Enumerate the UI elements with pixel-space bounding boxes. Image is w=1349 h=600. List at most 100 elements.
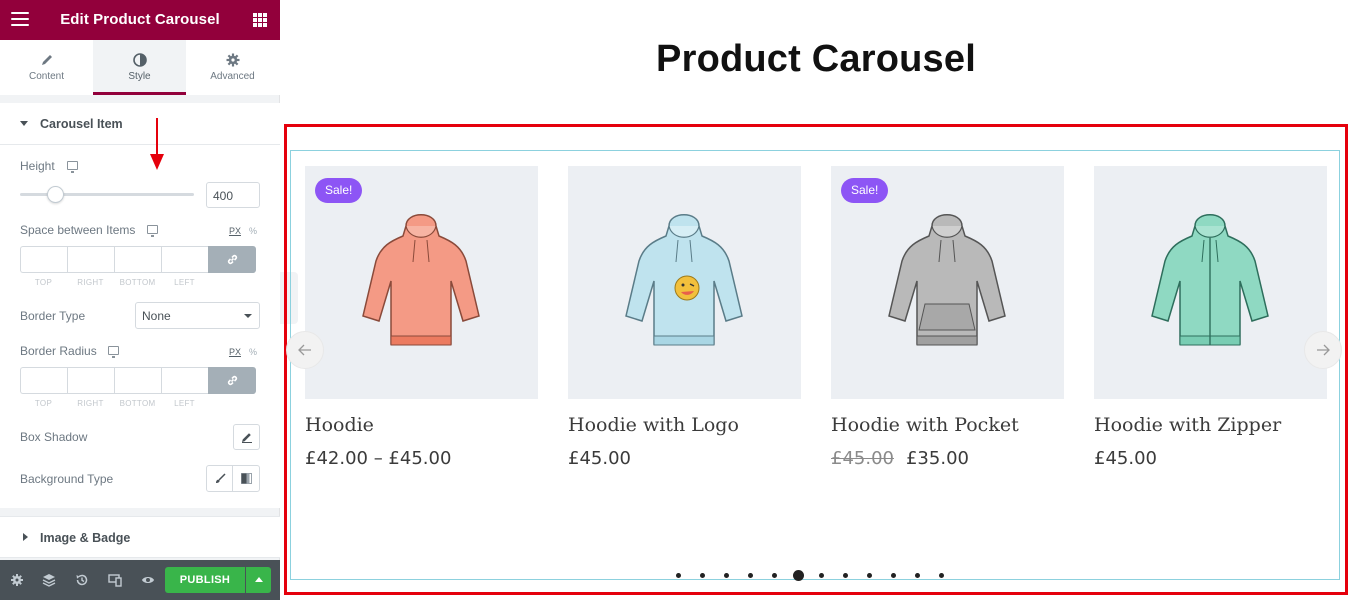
pagination-dot[interactable] (867, 572, 872, 578)
carousel-prev-button[interactable] (286, 331, 324, 369)
pagination-dot[interactable] (700, 572, 705, 578)
section-carousel-item[interactable]: Carousel Item (0, 103, 280, 145)
layers-icon[interactable] (42, 573, 56, 587)
space-bottom-input[interactable] (114, 246, 161, 273)
product-image[interactable] (1094, 166, 1327, 399)
product-name[interactable]: Hoodie with Pocket (831, 414, 1064, 436)
radius-units: PX% (229, 347, 257, 357)
background-gradient-button[interactable] (233, 466, 259, 491)
carousel-next-button[interactable] (1304, 331, 1342, 369)
publish-button[interactable]: PUBLISH (165, 567, 245, 593)
brush-icon (216, 473, 226, 483)
dim-top-label: TOP (34, 278, 53, 287)
annotation-arrow-icon (150, 118, 164, 170)
pencil-icon (41, 55, 52, 65)
caret-down-icon (20, 121, 28, 126)
unit-percent[interactable]: % (249, 347, 257, 357)
product-card[interactable]: Hoodie with Zipper £45.00 (1094, 166, 1327, 469)
pagination-dot[interactable] (939, 572, 944, 578)
tab-content[interactable]: Content (0, 40, 93, 95)
product-price-value: £45.00 (568, 448, 631, 469)
section-image-badge[interactable]: Image & Badge (0, 516, 280, 558)
product-card[interactable]: Sale! Hoodie with Pocket £45.00 £35.00 (831, 166, 1064, 469)
space-top-input[interactable] (20, 246, 67, 273)
pagination-dot[interactable] (724, 572, 729, 578)
link-icon (227, 254, 238, 265)
panel-title: Edit Product Carousel (60, 11, 220, 28)
widgets-grid-icon[interactable] (253, 13, 267, 27)
section-carousel-item-label: Carousel Item (40, 117, 123, 131)
pagination-dot-active[interactable] (793, 569, 804, 581)
publish-options-button[interactable] (246, 567, 271, 593)
radius-right-input[interactable] (67, 367, 114, 394)
product-image[interactable] (568, 166, 801, 399)
hoodie-with-logo-image (625, 214, 743, 346)
responsive-desktop-icon[interactable] (108, 346, 119, 358)
border-type-select[interactable]: None (135, 302, 260, 329)
dim-top-label: TOP (34, 399, 53, 408)
unit-px[interactable]: PX (229, 347, 241, 357)
link-icon (227, 375, 238, 386)
product-card[interactable]: Sale! Hoodie £42.00 – £45.00 (305, 166, 538, 469)
pagination-dot[interactable] (772, 572, 777, 578)
dim-bottom-label: BOTTOM (119, 278, 156, 287)
history-icon[interactable] (75, 573, 89, 587)
border-type-label: Border Type (20, 309, 86, 323)
space-units: PX% (229, 226, 257, 236)
dim-bottom-label: BOTTOM (119, 399, 156, 408)
height-input[interactable]: 400 (206, 182, 260, 208)
box-shadow-edit-button[interactable] (233, 424, 260, 450)
panel-footer: PUBLISH (0, 560, 280, 600)
product-card[interactable]: Hoodie with Logo £45.00 (568, 166, 801, 469)
responsive-desktop-icon[interactable] (67, 161, 78, 173)
link-values-button[interactable] (208, 246, 256, 273)
unit-percent[interactable]: % (249, 226, 257, 236)
radius-top-input[interactable] (20, 367, 67, 394)
pagination-dot[interactable] (748, 572, 753, 578)
chevron-down-icon (244, 314, 252, 318)
product-price: £45.00 (1094, 448, 1327, 469)
pagination-dot[interactable] (819, 572, 824, 578)
box-shadow-label: Box Shadow (20, 430, 88, 444)
unit-px[interactable]: PX (229, 226, 241, 236)
gear-icon[interactable] (10, 573, 24, 587)
dim-left-label: LEFT (174, 278, 195, 287)
pagination-dot[interactable] (915, 572, 920, 578)
radius-dimension-labels: TOP RIGHT BOTTOM LEFT (20, 399, 212, 408)
tab-style[interactable]: Style (93, 40, 186, 95)
product-name[interactable]: Hoodie with Zipper (1094, 414, 1327, 436)
pencil-icon (242, 433, 252, 443)
height-slider-handle[interactable] (46, 186, 64, 203)
hoodie-image (362, 214, 480, 346)
product-price-value: £45.00 (1094, 448, 1157, 469)
tab-advanced[interactable]: Advanced (186, 40, 279, 95)
radius-bottom-input[interactable] (114, 367, 161, 394)
responsive-icon[interactable] (108, 573, 122, 587)
product-name[interactable]: Hoodie (305, 414, 538, 436)
hoodie-with-pocket-image (888, 214, 1006, 346)
pagination-dot[interactable] (891, 572, 896, 578)
product-old-price: £45.00 (831, 448, 894, 469)
product-image[interactable]: Sale! (305, 166, 538, 399)
eye-icon[interactable] (141, 573, 155, 587)
product-image[interactable]: Sale! (831, 166, 1064, 399)
pagination-dot[interactable] (676, 572, 681, 578)
border-radius-label: Border Radius (20, 344, 97, 358)
sale-badge: Sale! (315, 178, 363, 203)
tab-style-label: Style (128, 71, 151, 82)
product-name[interactable]: Hoodie with Logo (568, 414, 801, 436)
arrow-left-icon (298, 344, 311, 356)
responsive-desktop-icon[interactable] (147, 225, 158, 237)
background-classic-button[interactable] (207, 466, 234, 491)
space-left-input[interactable] (161, 246, 208, 273)
panel-tabs: Content Style Advanced (0, 40, 280, 95)
editor-panel: Edit Product Carousel Content Style Adva… (0, 0, 280, 600)
product-price: £42.00 – £45.00 (305, 448, 538, 469)
dim-left-label: LEFT (174, 399, 195, 408)
section-image-badge-label: Image & Badge (40, 531, 131, 545)
border-type-value: None (142, 309, 171, 323)
space-right-input[interactable] (67, 246, 114, 273)
pagination-dot[interactable] (843, 572, 848, 578)
link-values-button[interactable] (208, 367, 256, 394)
radius-left-input[interactable] (161, 367, 208, 394)
